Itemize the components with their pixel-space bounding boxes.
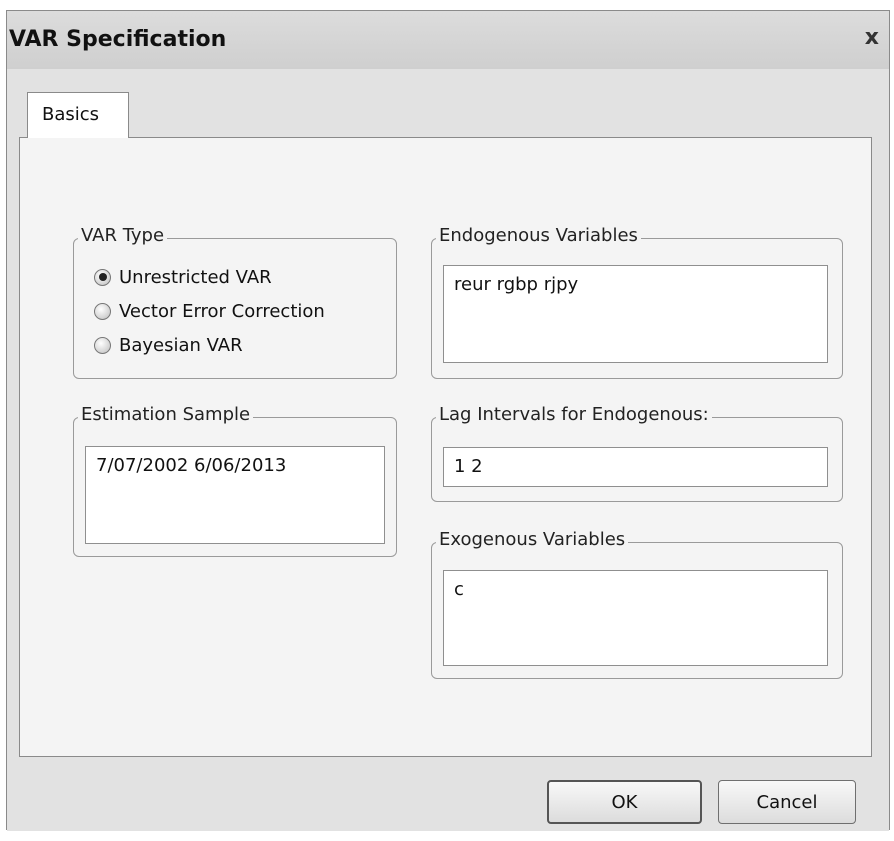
exogenous-variables-input[interactable]: c [443,570,828,666]
radio-dot-icon [98,273,107,281]
radio-unselected-icon[interactable] [94,302,111,320]
title-bar[interactable]: VAR Specification x [7,11,889,69]
radio-unrestricted-var[interactable]: Unrestricted VAR [94,263,272,291]
lag-intervals-legend: Lag Intervals for Endogenous: [436,404,712,425]
endogenous-variables-legend: Endogenous Variables [436,225,641,246]
lag-intervals-group: Lag Intervals for Endogenous: 1 2 [431,404,843,502]
dialog-body: Basics VAR Type Unrestricted VAR Vector … [7,69,889,831]
endogenous-variables-group: Endogenous Variables reur rgbp rjpy [431,225,843,379]
ok-button[interactable]: OK [547,780,702,824]
radio-unselected-icon[interactable] [94,336,111,354]
dialog-title: VAR Specification [9,27,227,52]
radio-label-bayesian-var: Bayesian VAR [119,334,243,356]
radio-bayesian-var[interactable]: Bayesian VAR [94,331,243,359]
cancel-button[interactable]: Cancel [718,780,856,824]
var-type-group: VAR Type Unrestricted VAR Vector Error C… [73,225,397,379]
estimation-sample-group: Estimation Sample 7/07/2002 6/06/2013 [73,404,397,557]
radio-vector-error-correction[interactable]: Vector Error Correction [94,297,325,325]
exogenous-variables-group: Exogenous Variables c [431,529,843,679]
var-type-legend: VAR Type [78,225,168,246]
estimation-sample-input[interactable]: 7/07/2002 6/06/2013 [85,446,385,544]
tab-basics-label: Basics [42,104,100,125]
basics-tab-page: VAR Type Unrestricted VAR Vector Error C… [19,137,872,757]
close-icon[interactable]: x [865,25,879,50]
var-specification-dialog: VAR Specification x Basics VAR Type Unre… [6,10,890,831]
estimation-sample-legend: Estimation Sample [78,404,254,425]
exogenous-variables-legend: Exogenous Variables [436,529,629,550]
radio-label-vector-error-correction: Vector Error Correction [119,300,325,322]
endogenous-variables-input[interactable]: reur rgbp rjpy [443,265,828,363]
lag-intervals-input[interactable]: 1 2 [443,447,828,487]
radio-label-unrestricted-var: Unrestricted VAR [119,266,272,288]
tab-basics[interactable]: Basics [27,92,129,138]
radio-selected-icon[interactable] [94,268,111,286]
